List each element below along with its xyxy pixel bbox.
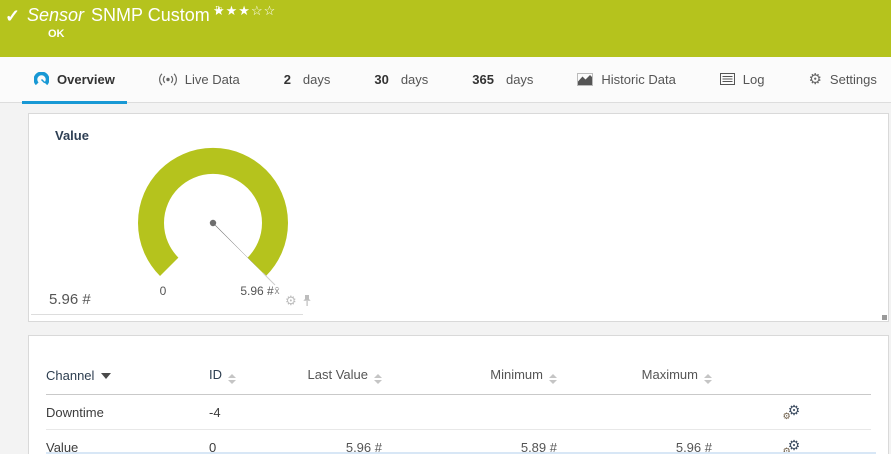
tab-label: Log <box>743 72 765 87</box>
cell-last-value <box>297 395 382 430</box>
sensor-header: ✓ SensorSNMP Custom⚐ ★★★☆☆ OK <box>0 0 891 57</box>
live-data-icon <box>159 73 177 86</box>
panel-resize-handle[interactable] <box>882 315 887 320</box>
status-badge: OK <box>48 28 65 40</box>
status-check-icon: ✓ <box>5 6 20 27</box>
channel-table-panel: Channel ID Last Value Minimum Maximum <box>28 335 889 454</box>
tab-label: Historic Data <box>601 72 675 87</box>
table-row-downtime[interactable]: Downtime -4 ⚙⚙ <box>46 395 871 430</box>
cell-last-value: 5.96 # <box>297 430 382 454</box>
tab-overview[interactable]: Overview <box>22 57 127 104</box>
column-header-maximum[interactable]: Maximum <box>557 361 712 395</box>
column-header-last-value[interactable]: Last Value <box>297 361 382 395</box>
tab-number: 30 <box>374 72 388 87</box>
table-header-row: Channel ID Last Value Minimum Maximum <box>46 361 871 395</box>
area-chart-icon <box>577 73 593 86</box>
cell-id: 0 <box>209 430 297 454</box>
sensor-name: SNMP Custom <box>91 5 210 25</box>
tab-365-days[interactable]: 365 days <box>460 57 545 104</box>
cell-channel: Value <box>46 430 209 454</box>
gauge-panel: Value x̄ 0 5.96 # 5.96 # ⚙ <box>28 113 889 322</box>
log-icon <box>720 73 735 85</box>
channel-settings-gears-icon[interactable]: ⚙⚙ <box>783 405 801 420</box>
column-header-id[interactable]: ID <box>209 361 297 395</box>
sensor-type-label: Sensor <box>27 5 84 25</box>
tab-30-days[interactable]: 30 days <box>362 57 440 104</box>
sort-desc-icon <box>101 373 111 379</box>
gauge-min-label: 0 <box>160 284 167 298</box>
gauge-icon <box>34 72 49 87</box>
tab-live-data[interactable]: Live Data <box>147 57 252 104</box>
gauge-arc <box>151 161 275 267</box>
sort-icon <box>228 374 236 384</box>
gauge-max-label: 5.96 # <box>240 284 274 298</box>
gauge-average-marker: x̄ <box>275 286 280 297</box>
tab-label: days <box>303 72 330 87</box>
page-title: SensorSNMP Custom⚐ <box>27 4 224 26</box>
tab-number: 365 <box>472 72 494 87</box>
gear-icon: ⚙ <box>808 72 821 87</box>
gauge-needle <box>210 220 263 273</box>
priority-stars[interactable]: ★★★☆☆ <box>213 3 276 19</box>
channel-table: Channel ID Last Value Minimum Maximum <box>46 361 871 454</box>
column-header-channel[interactable]: Channel <box>46 361 209 395</box>
tab-number: 2 <box>284 72 291 87</box>
cell-maximum: 5.96 # <box>557 430 712 454</box>
tab-label: Live Data <box>185 72 240 87</box>
cell-minimum <box>382 395 557 430</box>
sort-icon <box>704 374 712 384</box>
content-area: Value x̄ 0 5.96 # 5.96 # ⚙ <box>0 103 891 454</box>
column-header-actions <box>712 361 871 395</box>
tab-settings[interactable]: ⚙ Settings <box>796 57 888 104</box>
widget-gear-icon[interactable]: ⚙ <box>285 294 297 307</box>
cell-id: -4 <box>209 395 297 430</box>
tab-historic-data[interactable]: Historic Data <box>565 57 687 104</box>
gauge-widget-tools: ⚙ <box>285 294 312 307</box>
sort-icon <box>374 374 382 384</box>
tab-bar: Overview Live Data 2 days 30 days 365 da… <box>0 57 891 103</box>
table-row-value[interactable]: Value 0 5.96 # 5.89 # 5.96 # ⚙⚙ <box>46 430 871 454</box>
tab-log[interactable]: Log <box>708 57 777 104</box>
gauge-current-value: 5.96 # <box>49 291 91 308</box>
tab-label: days <box>506 72 533 87</box>
cell-channel: Downtime <box>46 395 209 430</box>
pin-icon[interactable] <box>302 294 312 307</box>
tab-label: days <box>401 72 428 87</box>
tab-label: Overview <box>57 72 115 87</box>
value-gauge: x̄ 0 5.96 # <box>39 134 329 302</box>
cell-maximum <box>557 395 712 430</box>
sort-icon <box>549 374 557 384</box>
cell-minimum: 5.89 # <box>382 430 557 454</box>
gauge-divider <box>31 314 303 315</box>
tab-label: Settings <box>830 72 877 87</box>
tab-2-days[interactable]: 2 days <box>272 57 343 104</box>
column-header-minimum[interactable]: Minimum <box>382 361 557 395</box>
